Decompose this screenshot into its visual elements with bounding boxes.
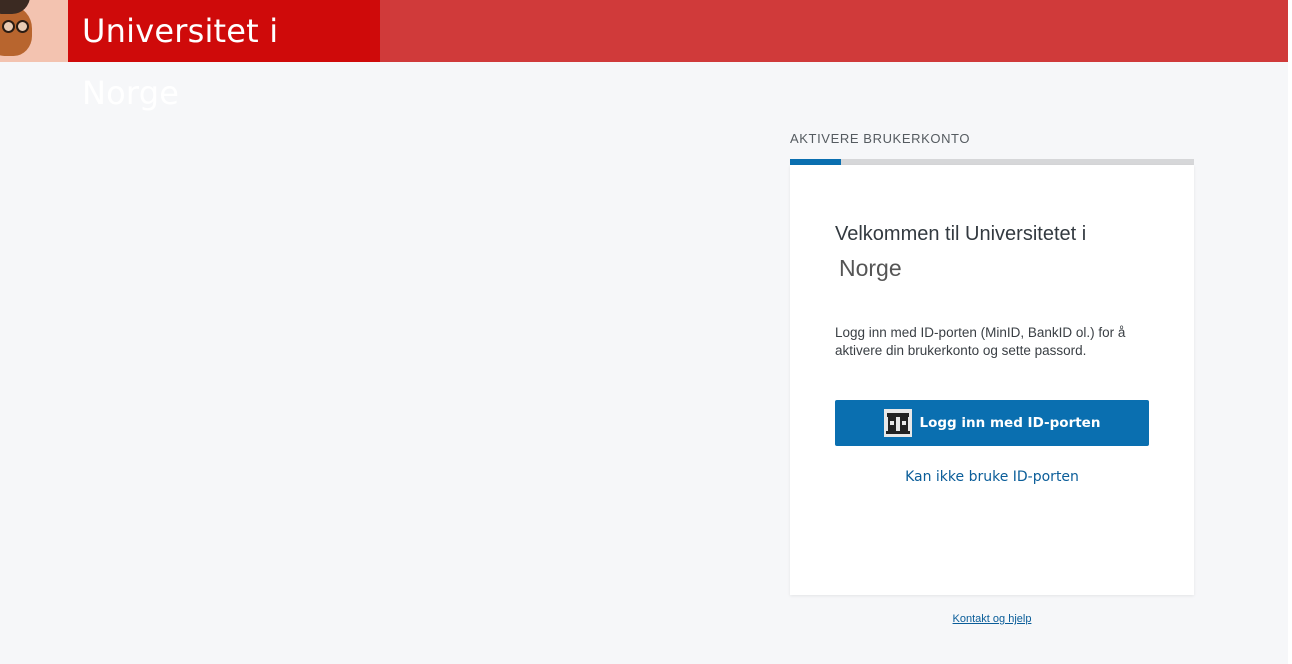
top-header: Universitet i Norge — [0, 0, 1288, 112]
welcome-heading-line2: Norge — [839, 255, 902, 281]
id-porten-icon — [883, 409, 912, 437]
login-button-label: Logg inn med ID-porten — [919, 415, 1101, 431]
page-edge — [1288, 0, 1292, 664]
login-description: Logg inn med ID-porten (MinID, BankID ol… — [835, 325, 1126, 358]
contact-help-link[interactable]: Kontakt og hjelp — [790, 613, 1194, 625]
logo-illustration — [0, 0, 68, 62]
welcome-heading: Velkommen til Universitetet i Norge — [835, 217, 1155, 285]
welcome-heading-line1: Velkommen til Universitetet i — [835, 223, 1087, 245]
site-logo[interactable]: Universitet i Norge — [68, 0, 380, 112]
cannot-use-id-porten-link[interactable]: Kan ikke bruke ID-porten — [835, 469, 1149, 485]
login-id-porten-button[interactable]: Logg inn med ID-porten — [835, 400, 1149, 446]
activation-card: Velkommen til Universitetet i Norge Logg… — [790, 165, 1194, 595]
section-label: AKTIVERE BRUKERKONTO — [790, 131, 971, 146]
